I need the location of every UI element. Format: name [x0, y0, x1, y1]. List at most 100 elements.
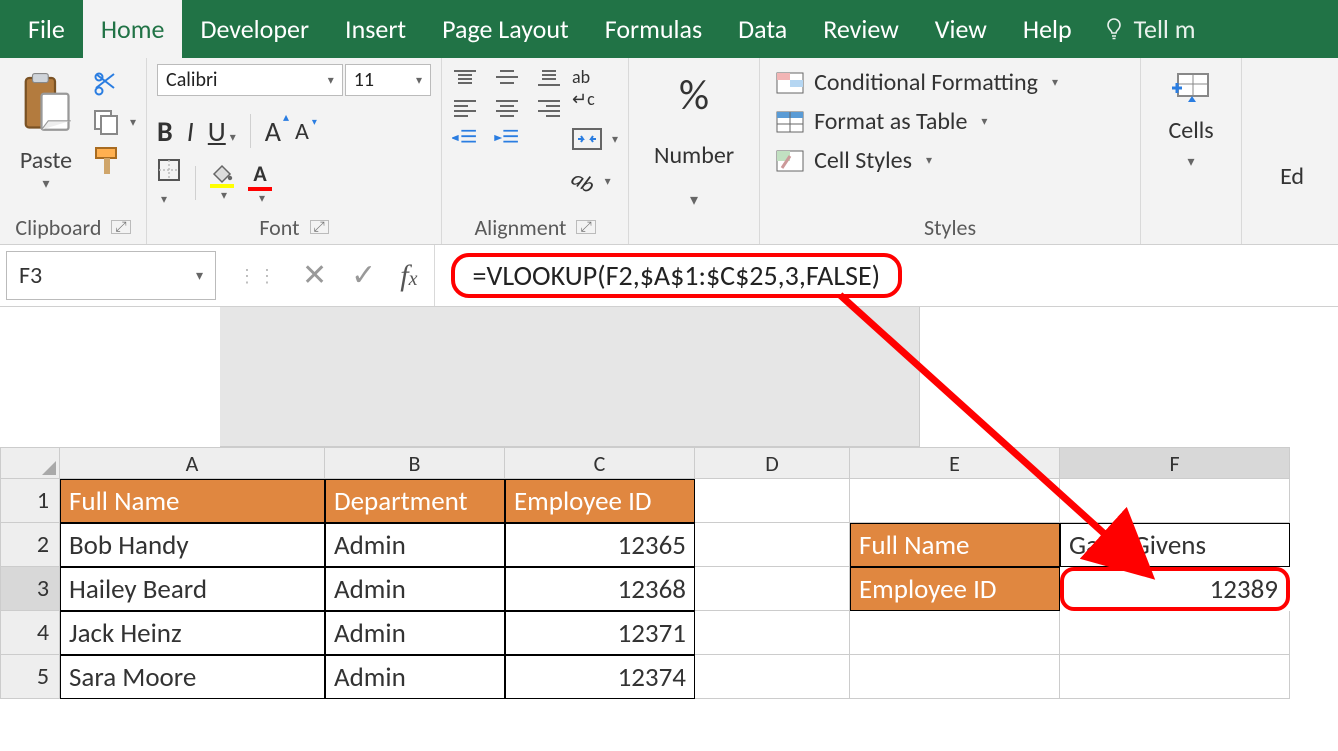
tell-me[interactable]: Tell m [1090, 0, 1208, 58]
wrap-text-button[interactable]: ab↵c [572, 66, 618, 110]
cell-B3[interactable]: Admin [325, 567, 505, 611]
cancel-formula-button[interactable]: ✕ [302, 257, 327, 294]
cut-button[interactable] [92, 70, 136, 98]
tab-file[interactable]: File [10, 0, 83, 58]
conditional-formatting-button[interactable]: Conditional Formatting [776, 68, 1124, 97]
align-center-button[interactable] [494, 98, 520, 118]
tab-page-layout[interactable]: Page Layout [424, 0, 587, 58]
cell-B4[interactable]: Admin [325, 611, 505, 655]
increase-indent-icon [494, 128, 520, 148]
merge-center-button[interactable] [572, 128, 618, 150]
align-right-button[interactable] [536, 98, 562, 118]
number-format-dropdown[interactable]: ▾ [690, 190, 698, 210]
tab-help[interactable]: Help [1005, 0, 1090, 58]
cell-E2[interactable]: Full Name [850, 523, 1060, 567]
borders-button[interactable] [157, 158, 181, 209]
tab-data[interactable]: Data [720, 0, 805, 58]
cell-A1[interactable]: Full Name [60, 479, 325, 523]
spreadsheet-grid[interactable]: A B C D E F 1 Full Name Department Emplo… [0, 447, 1338, 699]
editing-group-label: Ed [1280, 162, 1304, 191]
italic-button[interactable]: I [187, 114, 194, 149]
alignment-launcher-icon[interactable]: ⤢ [576, 220, 595, 234]
merge-icon [572, 128, 602, 150]
col-header-F[interactable]: F [1060, 447, 1290, 479]
cell-B5[interactable]: Admin [325, 655, 505, 699]
cell-B2[interactable]: Admin [325, 523, 505, 567]
tab-insert[interactable]: Insert [327, 0, 424, 58]
tab-home[interactable]: Home [83, 0, 183, 58]
underline-button[interactable]: U [208, 114, 236, 149]
cells-button[interactable]: Cells ▾ [1151, 64, 1231, 170]
cell-E3[interactable]: Employee ID [850, 567, 1060, 611]
cell-A5[interactable]: Sara Moore [60, 655, 325, 699]
cell-C2[interactable]: 12365 [505, 523, 695, 567]
cell-A4[interactable]: Jack Heinz [60, 611, 325, 655]
bold-button[interactable]: B [157, 114, 173, 149]
format-painter-button[interactable] [92, 146, 136, 176]
col-header-B[interactable]: B [325, 447, 505, 479]
row-header-5[interactable]: 5 [0, 655, 60, 699]
tab-review[interactable]: Review [805, 0, 917, 58]
cell-C5[interactable]: 12374 [505, 655, 695, 699]
decrease-font-button[interactable]: A [295, 117, 309, 146]
tab-view[interactable]: View [917, 0, 1005, 58]
col-header-A[interactable]: A [60, 447, 325, 479]
cell-D3[interactable] [695, 567, 850, 611]
cell-F4[interactable] [1060, 611, 1290, 655]
decrease-indent-button[interactable] [452, 128, 478, 148]
name-box-value: F3 [19, 261, 42, 290]
col-header-E[interactable]: E [850, 447, 1060, 479]
copy-button[interactable] [92, 108, 136, 136]
align-top-button[interactable] [452, 68, 478, 88]
cell-E1[interactable] [850, 479, 1060, 523]
clipboard-launcher-icon[interactable]: ⤢ [111, 220, 130, 234]
formula-input[interactable]: =VLOOKUP(F2,$A$1:$C$25,3,FALSE) [435, 245, 1338, 306]
col-header-C[interactable]: C [505, 447, 695, 479]
orientation-button[interactable]: ab [572, 168, 618, 195]
paste-button[interactable]: Paste ▾ [10, 70, 82, 192]
tab-formulas[interactable]: Formulas [587, 0, 720, 58]
font-color-button[interactable]: A [248, 160, 272, 206]
format-as-table-button[interactable]: Format as Table [776, 107, 1124, 136]
font-launcher-icon[interactable]: ⤢ [310, 220, 329, 234]
font-name-combo[interactable]: Calibri▾ [157, 64, 343, 96]
increase-font-button[interactable]: A [265, 114, 281, 149]
cell-C3[interactable]: 12368 [505, 567, 695, 611]
cell-D2[interactable] [695, 523, 850, 567]
cell-F5[interactable] [1060, 655, 1290, 699]
align-left-button[interactable] [452, 98, 478, 118]
cell-E4[interactable] [850, 611, 1060, 655]
cell-E5[interactable] [850, 655, 1060, 699]
tab-developer[interactable]: Developer [182, 0, 327, 58]
cell-D4[interactable] [695, 611, 850, 655]
cell-styles-button[interactable]: Cell Styles [776, 146, 1124, 175]
cell-C4[interactable]: 12371 [505, 611, 695, 655]
insert-function-button[interactable]: fx [400, 259, 417, 293]
name-box[interactable]: F3▾ [6, 251, 216, 300]
col-header-D[interactable]: D [695, 447, 850, 479]
row-header-1[interactable]: 1 [0, 479, 60, 523]
increase-indent-button[interactable] [494, 128, 520, 148]
percent-style-button[interactable]: % [679, 70, 709, 121]
font-size-combo[interactable]: 11▾ [345, 64, 431, 96]
fill-color-button[interactable] [210, 164, 234, 203]
align-bottom-button[interactable] [536, 68, 562, 88]
cell-A2[interactable]: Bob Handy [60, 523, 325, 567]
cell-D5[interactable] [695, 655, 850, 699]
cell-C1[interactable]: Employee ID [505, 479, 695, 523]
styles-group-label: Styles [924, 214, 976, 241]
align-middle-button[interactable] [494, 68, 520, 88]
cell-B1[interactable]: Department [325, 479, 505, 523]
enter-formula-button[interactable]: ✓ [351, 257, 376, 294]
cell-D1[interactable] [695, 479, 850, 523]
row-header-4[interactable]: 4 [0, 611, 60, 655]
cell-A3[interactable]: Hailey Beard [60, 567, 325, 611]
row-header-3[interactable]: 3 [0, 567, 60, 611]
cells-group-label: Cells [1168, 116, 1213, 145]
formula-text: =VLOOKUP(F2,$A$1:$C$25,3,FALSE) [473, 258, 881, 293]
cell-F2[interactable]: Gabe Givens [1060, 523, 1290, 567]
cell-F1[interactable] [1060, 479, 1290, 523]
cell-F3[interactable]: 12389 [1060, 567, 1290, 611]
select-all-corner[interactable] [0, 447, 60, 479]
row-header-2[interactable]: 2 [0, 523, 60, 567]
